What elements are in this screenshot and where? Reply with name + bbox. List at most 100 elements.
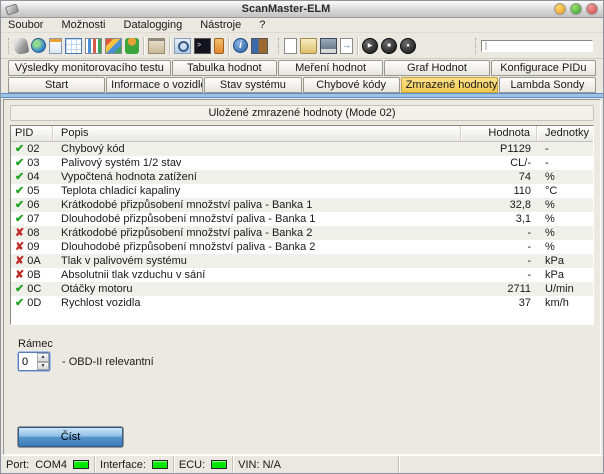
tab[interactable]: Stav systému [204, 77, 301, 93]
tab[interactable]: Konfigurace PIDu [491, 60, 596, 76]
toolbar-separator [143, 37, 144, 55]
tab[interactable]: Start [8, 77, 105, 93]
status-icon: ✔ [15, 213, 24, 225]
globe-icon[interactable] [31, 38, 46, 53]
progress-bar [481, 40, 593, 52]
pid-units: % [537, 213, 593, 225]
tab[interactable]: Tabulka hodnot [172, 60, 277, 76]
stepper-up-icon[interactable]: ▲ [37, 353, 49, 362]
toolbar: > i → ▶■● [1, 33, 603, 59]
status-icon: ✘ [15, 241, 24, 253]
menu-item[interactable]: ? [258, 19, 266, 31]
tab[interactable]: Chybové kódy [303, 77, 400, 93]
stepper-down-icon[interactable]: ▼ [37, 362, 49, 371]
chart-icon[interactable] [85, 38, 102, 54]
maximize-button[interactable] [570, 3, 582, 15]
pid-id: 02 [27, 143, 39, 155]
battery-icon[interactable] [214, 38, 224, 54]
minimize-button[interactable] [554, 3, 566, 15]
user-icon[interactable] [125, 38, 139, 54]
save-icon[interactable] [320, 38, 337, 54]
table-row[interactable]: ✔ 02 Chybový kód P1129 - [11, 142, 593, 156]
column-header-popis[interactable]: Popis [53, 126, 461, 141]
table-row[interactable]: ✘ 0B Absolutnii tlak vzduchu v sání - kP… [11, 268, 593, 282]
tab[interactable]: Zmrazené hodnoty [401, 77, 498, 93]
menu-item[interactable]: Nástroje [199, 19, 242, 31]
table-row[interactable]: ✔ 04 Vypočtená hodnota zatížení 74 % [11, 170, 593, 184]
status-bar: Port: COM4 Interface: ECU: VIN: N/A [1, 455, 603, 473]
toolbar-grip [8, 38, 11, 54]
status-icon: ✘ [15, 255, 24, 267]
table-icon[interactable] [65, 38, 82, 54]
table-body: ✔ 02 Chybový kód P1129 - ✔ 03 Palivový s [11, 142, 593, 310]
port-status-led [73, 460, 89, 469]
pid-value: P1129 [461, 143, 537, 155]
table-row[interactable]: ✔ 06 Krátkodobé přizpůsobení množství pa… [11, 198, 593, 212]
export-icon[interactable]: → [340, 38, 353, 54]
status-icon: ✔ [15, 199, 24, 211]
vin-value: VIN: N/A [238, 459, 281, 471]
table-row[interactable]: ✔ 05 Teplota chladicí kapaliny 110 °C [11, 184, 593, 198]
pid-value: 74 [461, 171, 537, 183]
column-header-hodnota[interactable]: Hodnota [461, 126, 537, 141]
connector-icon[interactable] [12, 36, 29, 55]
search-icon[interactable] [174, 38, 191, 54]
menu-item[interactable]: Možnosti [60, 19, 106, 31]
close-button[interactable] [586, 3, 598, 15]
tab[interactable]: Výsledky monitorovacího testu [8, 60, 171, 76]
menu-item[interactable]: Soubor [7, 19, 44, 31]
table-row[interactable]: ✔ 0D Rychlost vozidla 37 km/h [11, 296, 593, 310]
pid-id: 0B [27, 269, 40, 281]
toolbar-grip [278, 38, 281, 54]
menu-item[interactable]: Datalogging [123, 19, 184, 31]
tab[interactable]: Informace o vozidle [106, 77, 203, 93]
record-icon[interactable]: ● [400, 38, 416, 54]
tab[interactable]: Lambda Sondy [499, 77, 596, 93]
status-icon: ✔ [15, 297, 24, 309]
ecu-status-led [211, 460, 227, 469]
frame-number-input[interactable] [19, 353, 37, 370]
frame-number-stepper: ▲ ▼ [18, 352, 50, 371]
stop-icon[interactable]: ■ [381, 38, 397, 54]
tab[interactable]: Graf Hodnot [384, 60, 489, 76]
open-file-icon[interactable] [300, 38, 317, 54]
play-icon[interactable]: ▶ [362, 38, 378, 54]
table-row[interactable]: ✔ 03 Palivový systém 1/2 stav CL/- - [11, 156, 593, 170]
terminal-icon[interactable]: > [194, 38, 211, 54]
pid-description: Rychlost vozidla [53, 297, 461, 309]
pid-units: kPa [537, 255, 593, 267]
pid-units: - [537, 157, 593, 169]
column-header-pid[interactable]: PID [11, 126, 53, 141]
tab-row-primary: StartInformace o vozidleStav systémuChyb… [1, 76, 603, 93]
gallery-icon[interactable] [105, 38, 122, 54]
tab-row-secondary: Výsledky monitorovacího testuTabulka hod… [1, 59, 603, 76]
table-row[interactable]: ✔ 07 Dlouhodobé přizpůsobení množství pa… [11, 212, 593, 226]
table-row[interactable]: ✘ 09 Dlouhodobé přizpůsobení množství pa… [11, 240, 593, 254]
pid-value: 2711 [461, 283, 537, 295]
table-row[interactable]: ✘ 0A Tlak v palivovém systému - kPa [11, 254, 593, 268]
report-icon[interactable] [49, 38, 62, 54]
read-button[interactable]: Číst [18, 427, 123, 447]
pid-value: CL/- [461, 157, 537, 169]
exit-icon[interactable] [251, 38, 268, 54]
column-header-jednotky[interactable]: Jednotky [537, 126, 593, 141]
table-row[interactable]: ✘ 08 Krátkodobé přizpůsobení množství pa… [11, 226, 593, 240]
pid-id: 0A [27, 255, 40, 267]
table-row[interactable]: ✔ 0C Otáčky motoru 2711 U/min [11, 282, 593, 296]
pid-id: 0C [27, 283, 41, 295]
menu-bar: Soubor Možnosti Datalogging Nástroje? [1, 18, 603, 33]
pid-value: 110 [461, 185, 537, 197]
info-icon[interactable]: i [233, 38, 248, 53]
pid-units: % [537, 171, 593, 183]
panel-title: Uložené zmrazené hodnoty (Mode 02) [10, 105, 594, 121]
port-label: Port: [6, 459, 29, 471]
status-icon: ✔ [15, 283, 24, 295]
freeze-frame-table: PID Popis Hodnota Jednotky ✔ 02 Chybový … [10, 125, 594, 325]
paste-icon[interactable] [148, 38, 165, 54]
pid-description: Krátkodobé přizpůsobení množství paliva … [53, 227, 461, 239]
new-file-icon[interactable] [284, 38, 297, 54]
port-value: COM4 [35, 459, 67, 471]
pid-value: 37 [461, 297, 537, 309]
tab[interactable]: Meření hodnot [278, 60, 383, 76]
pid-id: 07 [27, 213, 39, 225]
